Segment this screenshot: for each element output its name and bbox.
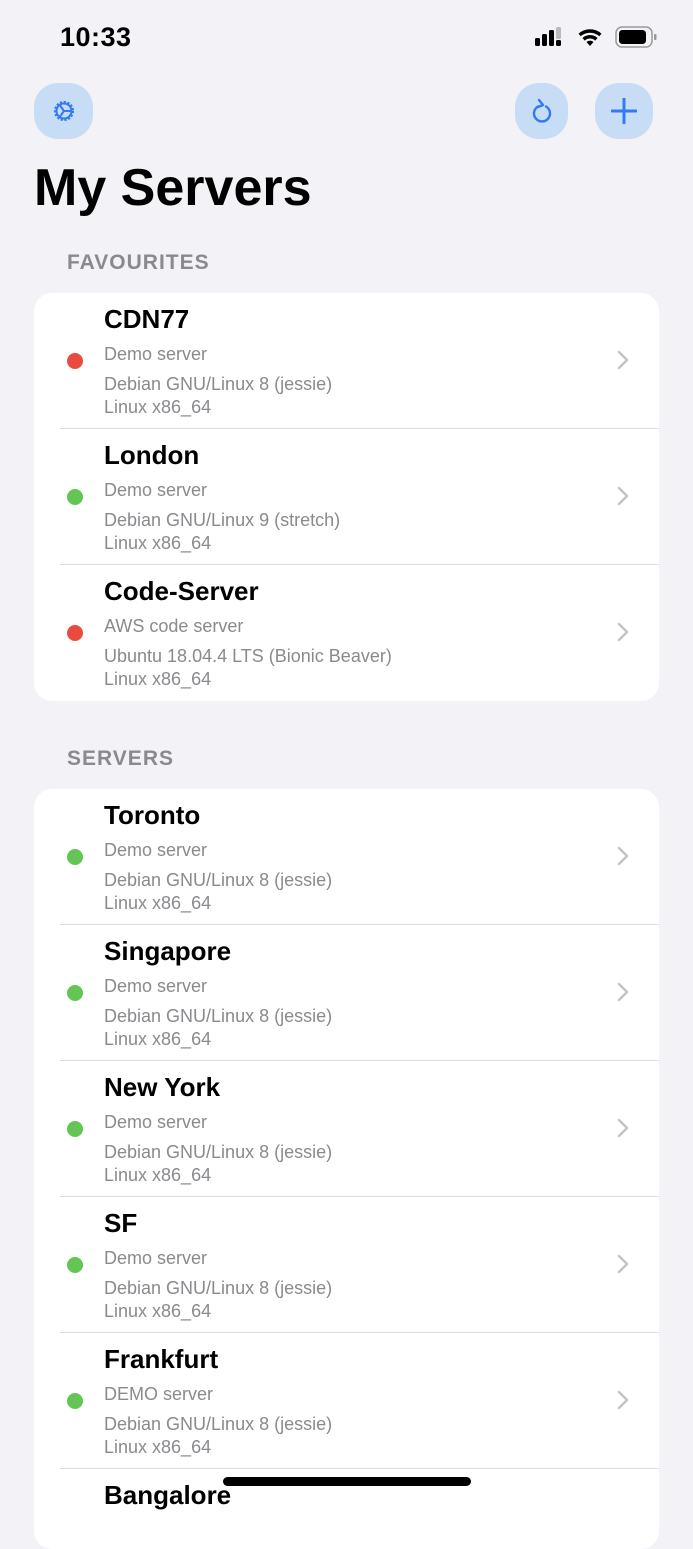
settings-button[interactable] bbox=[34, 83, 93, 139]
server-arch: Linux x86_64 bbox=[104, 893, 211, 914]
server-row[interactable]: New York Demo server Debian GNU/Linux 8 (j… bbox=[34, 1061, 659, 1197]
server-name: New York bbox=[104, 1072, 220, 1103]
chevron-right-icon bbox=[617, 1254, 629, 1274]
server-row[interactable]: Singapore Demo server Debian GNU/Linux 8 (… bbox=[34, 925, 659, 1061]
server-os: Debian GNU/Linux 8 (jessie) bbox=[104, 1278, 332, 1299]
server-name: Toronto bbox=[104, 800, 200, 831]
chevron-right-icon bbox=[617, 1118, 629, 1138]
favourites-list: CDN77 Demo server Debian GNU/Linux 8 (jess… bbox=[34, 293, 659, 701]
server-name: SF bbox=[104, 1208, 137, 1239]
server-name: Bangalore bbox=[104, 1480, 231, 1511]
server-name: Frankfurt bbox=[104, 1344, 218, 1375]
chevron-right-icon bbox=[617, 1390, 629, 1410]
server-os: Debian GNU/Linux 8 (jessie) bbox=[104, 374, 332, 395]
server-description: Demo server bbox=[104, 480, 207, 501]
status-online-indicator bbox=[67, 1257, 83, 1273]
page-title: My Servers bbox=[34, 158, 312, 218]
server-arch: Linux x86_64 bbox=[104, 1165, 211, 1186]
server-os: Debian GNU/Linux 8 (jessie) bbox=[104, 1006, 332, 1027]
server-description: Demo server bbox=[104, 976, 207, 997]
status-online-indicator bbox=[67, 985, 83, 1001]
server-arch: Linux x86_64 bbox=[104, 1301, 211, 1322]
server-row[interactable]: SF Demo server Debian GNU/Linux 8 (jessie)… bbox=[34, 1197, 659, 1333]
cellular-signal-icon bbox=[535, 27, 565, 47]
refresh-button[interactable] bbox=[515, 83, 568, 139]
server-os: Debian GNU/Linux 8 (jessie) bbox=[104, 1142, 332, 1163]
server-os: Ubuntu 18.04.4 LTS (Bionic Beaver) bbox=[104, 646, 392, 667]
status-icons bbox=[535, 26, 657, 48]
status-offline-indicator bbox=[67, 353, 83, 369]
chevron-right-icon bbox=[617, 622, 629, 642]
server-row[interactable]: Toronto Demo server Debian GNU/Linux 8 (je… bbox=[34, 789, 659, 925]
server-description: Demo server bbox=[104, 344, 207, 365]
section-header-favourites: FAVOURITES bbox=[67, 251, 210, 275]
plus-icon bbox=[611, 98, 637, 124]
status-online-indicator bbox=[67, 1121, 83, 1137]
status-online-indicator bbox=[67, 1393, 83, 1409]
server-name: London bbox=[104, 440, 199, 471]
server-arch: Linux x86_64 bbox=[104, 1029, 211, 1050]
server-row[interactable]: London Demo server Debian GNU/Linux 9 (str… bbox=[34, 429, 659, 565]
server-description: Demo server bbox=[104, 840, 207, 861]
wifi-icon bbox=[577, 27, 603, 47]
chevron-right-icon bbox=[617, 846, 629, 866]
server-arch: Linux x86_64 bbox=[104, 533, 211, 554]
status-online-indicator bbox=[67, 849, 83, 865]
server-description: Demo server bbox=[104, 1112, 207, 1133]
refresh-icon bbox=[530, 97, 554, 125]
server-row[interactable]: CDN77 Demo server Debian GNU/Linux 8 (jess… bbox=[34, 293, 659, 429]
server-arch: Linux x86_64 bbox=[104, 397, 211, 418]
server-arch: Linux x86_64 bbox=[104, 669, 211, 690]
status-time: 10:33 bbox=[60, 22, 132, 53]
server-row[interactable]: Code-Server AWS code server Ubuntu 18.04.4… bbox=[34, 565, 659, 701]
server-name: CDN77 bbox=[104, 304, 189, 335]
server-os: Debian GNU/Linux 8 (jessie) bbox=[104, 870, 332, 891]
server-description: DEMO server bbox=[104, 1384, 213, 1405]
status-offline-indicator bbox=[67, 625, 83, 641]
servers-list: Toronto Demo server Debian GNU/Linux 8 (je… bbox=[34, 789, 659, 1549]
section-header-servers: SERVERS bbox=[67, 747, 174, 771]
status-online-indicator bbox=[67, 489, 83, 505]
server-row[interactable]: Frankfurt DEMO server Debian GNU/Linux 8 (… bbox=[34, 1333, 659, 1469]
server-os: Debian GNU/Linux 8 (jessie) bbox=[104, 1414, 332, 1435]
server-arch: Linux x86_64 bbox=[104, 1437, 211, 1458]
server-description: AWS code server bbox=[104, 616, 243, 637]
chevron-right-icon bbox=[617, 982, 629, 1002]
chevron-right-icon bbox=[617, 486, 629, 506]
server-description: Demo server bbox=[104, 1248, 207, 1269]
server-os: Debian GNU/Linux 9 (stretch) bbox=[104, 510, 340, 531]
server-name: Code-Server bbox=[104, 576, 259, 607]
add-server-button[interactable] bbox=[595, 83, 653, 139]
battery-icon bbox=[615, 26, 657, 48]
server-name: Singapore bbox=[104, 936, 231, 967]
chevron-right-icon bbox=[617, 350, 629, 370]
home-indicator[interactable] bbox=[223, 1477, 471, 1486]
gear-icon bbox=[51, 98, 77, 124]
